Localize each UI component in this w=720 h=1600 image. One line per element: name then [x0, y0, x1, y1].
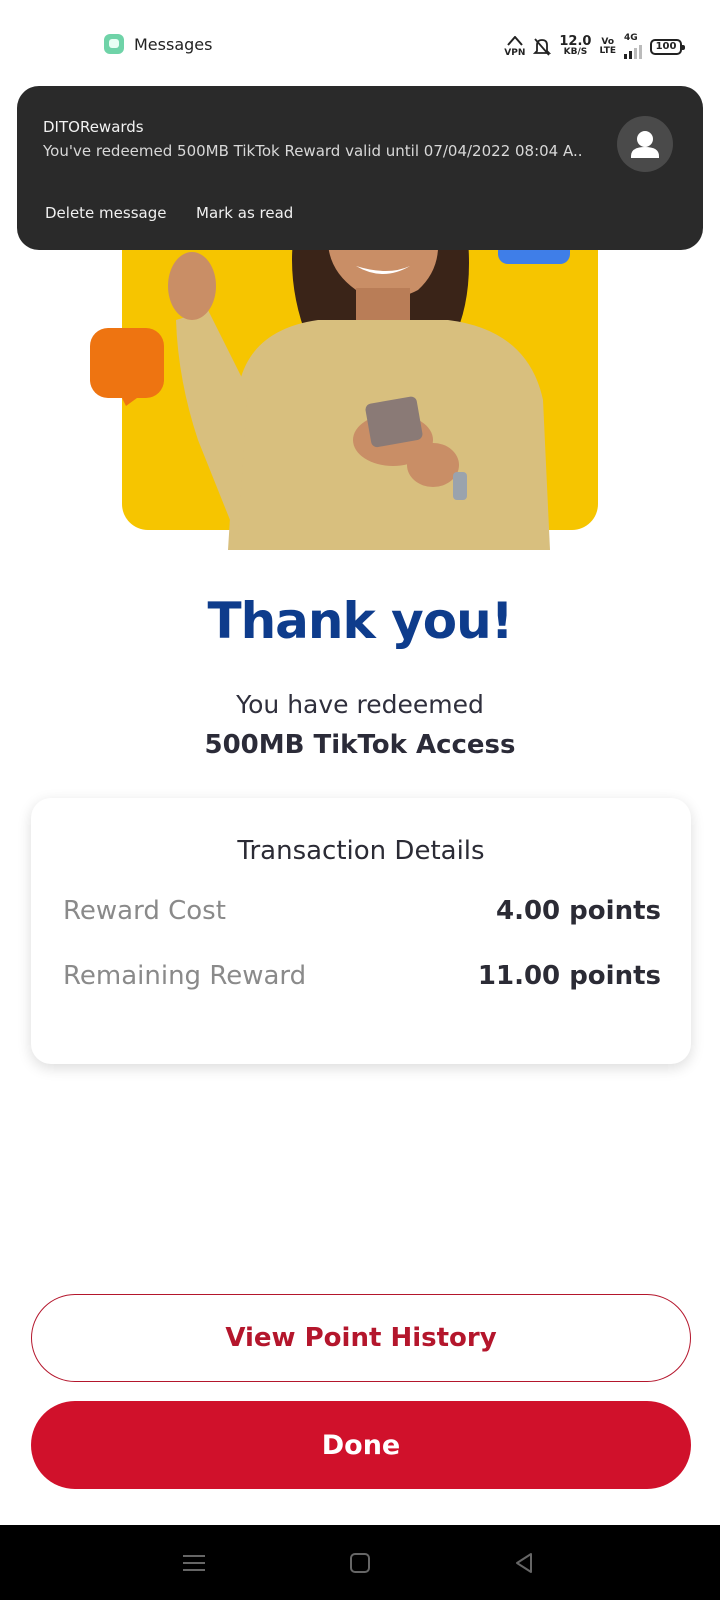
transaction-details-card: Transaction Details Reward Cost 4.00 poi…: [31, 798, 691, 1064]
speed-unit: KB/S: [563, 46, 588, 57]
volte-icon: Vo LTE: [599, 37, 616, 56]
system-nav-bar: [0, 1525, 720, 1600]
status-app-indicator: Messages: [104, 34, 212, 54]
contact-avatar-icon: [617, 116, 673, 172]
network-type: 4G: [624, 33, 638, 43]
bell-muted-icon: [533, 37, 552, 56]
home-nav-icon[interactable]: [342, 1545, 378, 1581]
volte-bottom: LTE: [599, 45, 616, 56]
delete-message-button[interactable]: Delete message: [45, 204, 166, 222]
network-speed: 12.0 KB/S: [559, 33, 592, 57]
battery-icon: 100: [650, 38, 685, 55]
back-nav-icon[interactable]: [506, 1545, 542, 1581]
hero-illustration: [88, 240, 608, 560]
messages-app-icon: [104, 34, 124, 54]
status-app-name: Messages: [134, 34, 213, 54]
transaction-title: Transaction Details: [237, 836, 485, 866]
woman-with-phone-image: [168, 240, 550, 550]
status-icons: VPN 12.0 KB/S Vo LTE 4G 100: [504, 33, 685, 59]
vpn-label: VPN: [504, 47, 526, 58]
signal-indicator: 4G: [624, 34, 642, 59]
reward-cost-label: Reward Cost: [63, 896, 226, 926]
speed-value: 12.0: [559, 33, 592, 49]
reward-cost-value: 4.00 points: [495, 896, 661, 926]
signal-bars-icon: [624, 43, 642, 59]
battery-level: 100: [655, 41, 677, 52]
page-title: Thank you!: [207, 592, 513, 650]
mark-as-read-button[interactable]: Mark as read: [196, 204, 293, 222]
remaining-reward-label: Remaining Reward: [63, 961, 307, 991]
remaining-reward-value: 11.00 points: [477, 961, 661, 991]
menu-nav-icon[interactable]: [176, 1545, 212, 1581]
redeemed-subtitle: You have redeemed: [236, 690, 484, 719]
view-point-history-button[interactable]: View Point History: [31, 1294, 691, 1382]
done-button[interactable]: Done: [31, 1401, 691, 1489]
reward-name: 500MB TikTok Access: [204, 730, 516, 760]
status-bar: Messages VPN 12.0 KB/S Vo LTE 4G 100: [0, 0, 720, 84]
vpn-icon: VPN: [504, 34, 526, 58]
notification-message: You've redeemed 500MB TikTok Reward vali…: [43, 142, 583, 160]
message-notification[interactable]: DITORewards You've redeemed 500MB TikTok…: [17, 86, 703, 250]
notification-sender: DITORewards: [43, 118, 144, 136]
